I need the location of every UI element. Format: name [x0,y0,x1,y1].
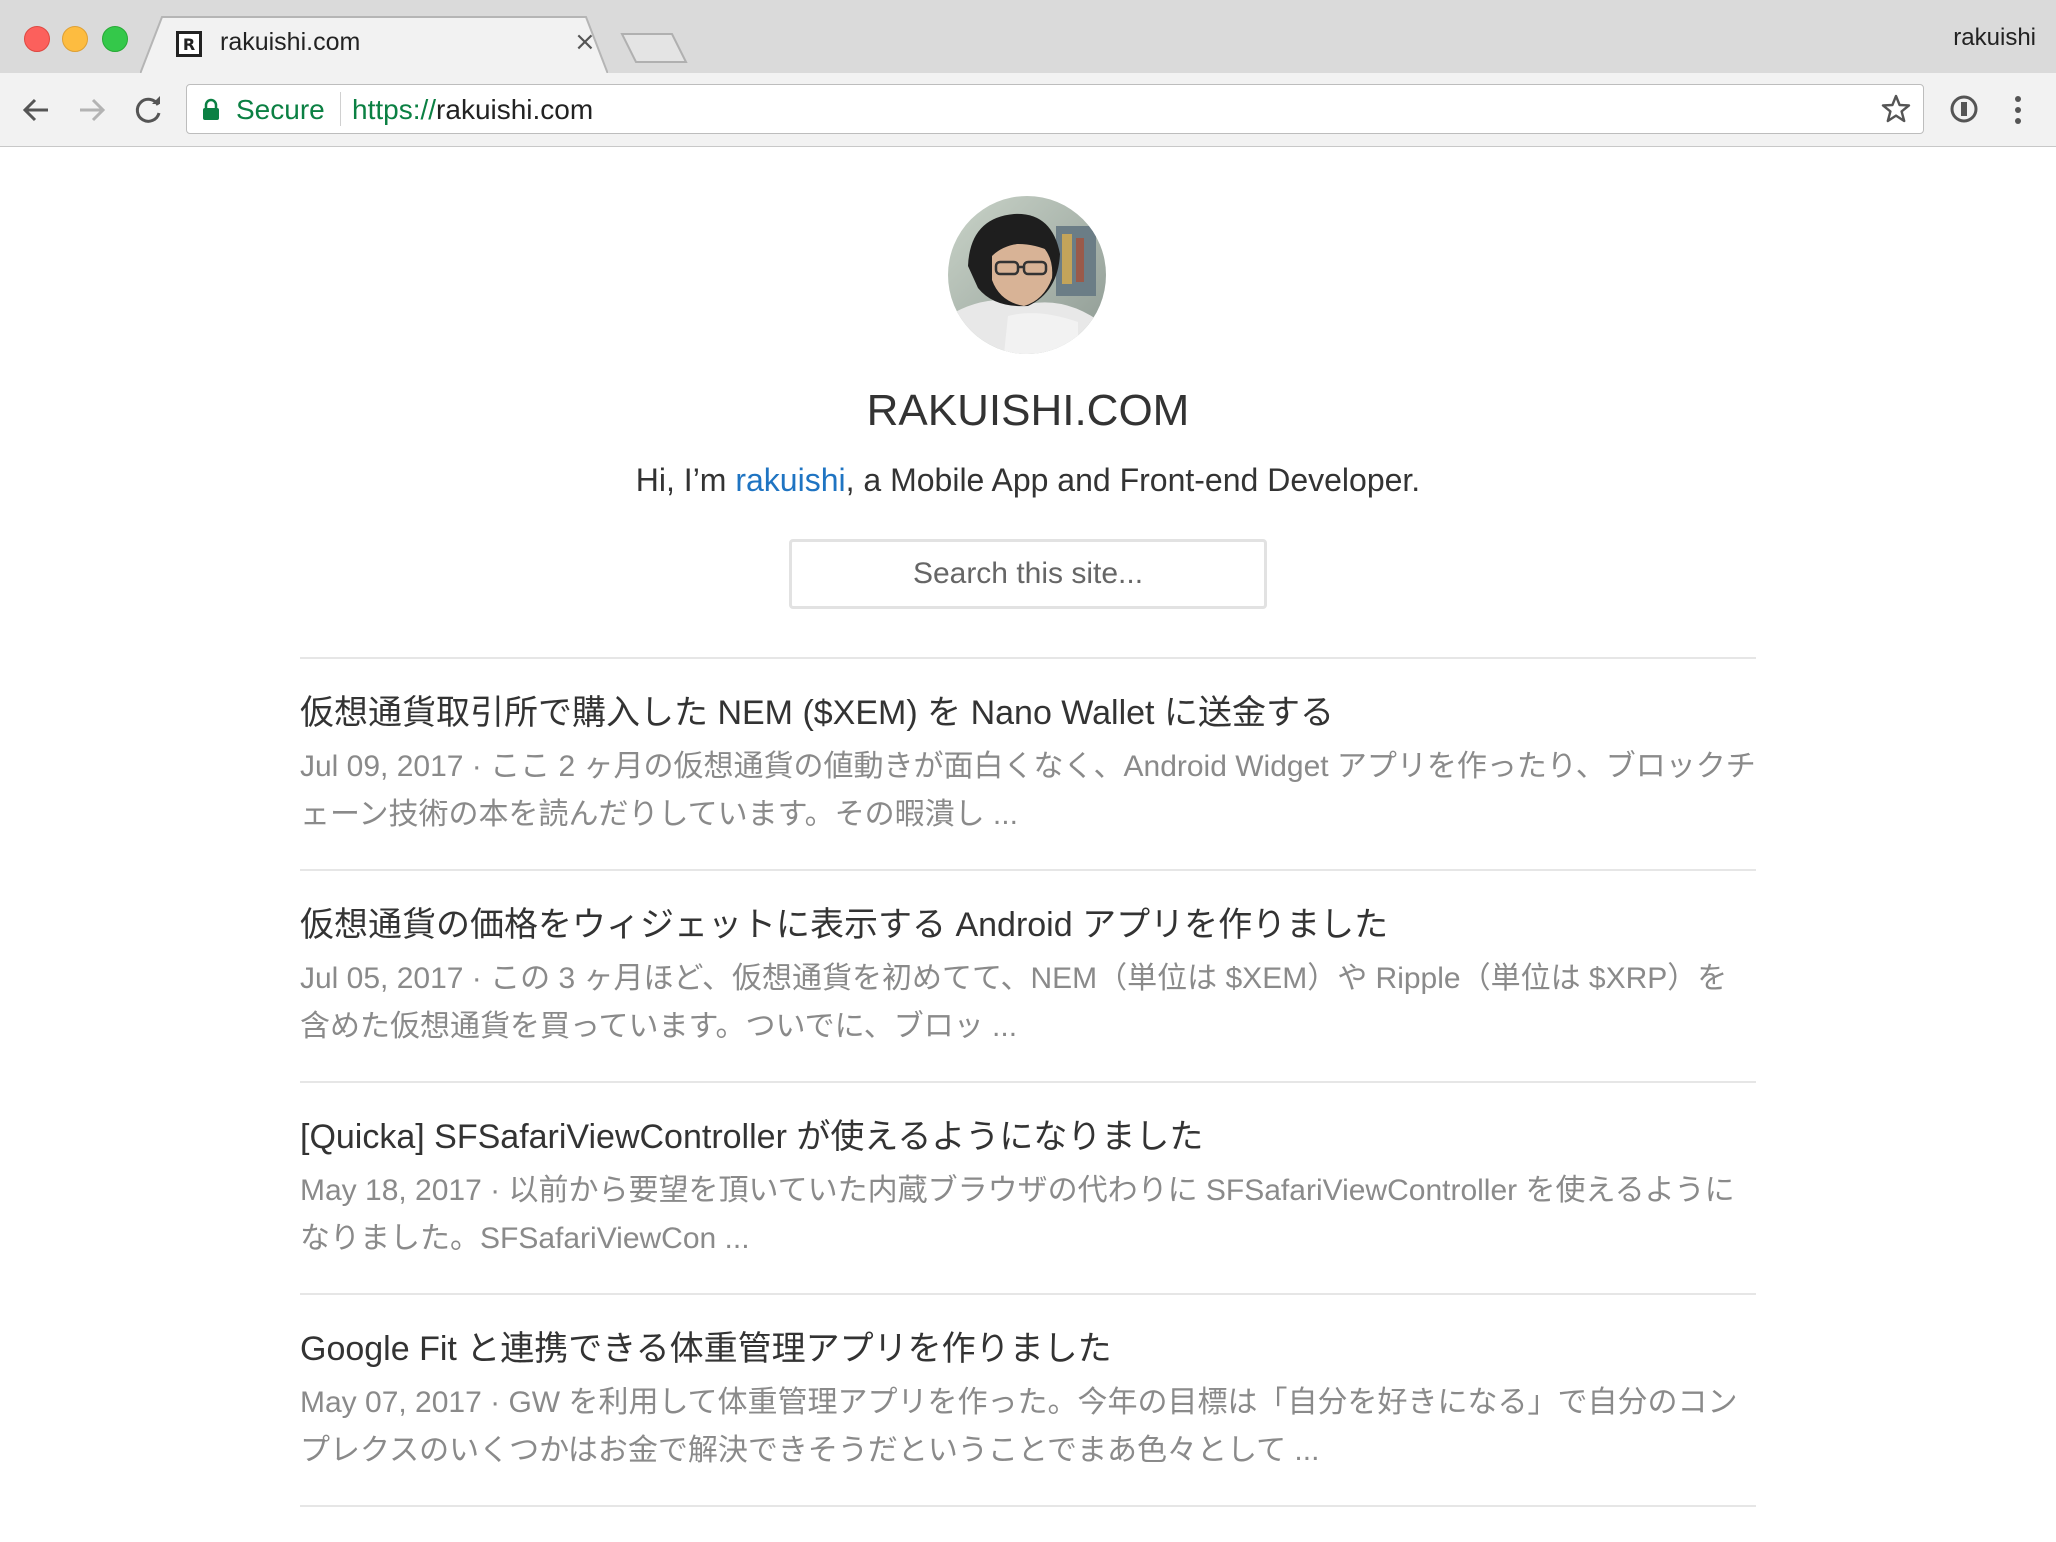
post-item: Google Fit と連携できる体重管理アプリを作りました May 07, 2… [300,1293,1756,1505]
secure-label: Secure [236,94,325,125]
omnibox-divider [340,92,341,126]
avatar [948,196,1106,354]
maximize-window-button[interactable] [102,26,128,52]
extension-icon[interactable] [1948,93,1980,125]
post-list-divider [300,1505,1756,1507]
site-title[interactable]: RAKUISHI.COM [0,386,2056,436]
post-list: 仮想通貨取引所で購入した NEM ($XEM) を Nano Wallet に送… [300,657,1756,1507]
tagline: Hi, I’m rakuishi, a Mobile App and Front… [0,462,2056,499]
favicon-letter: R [182,34,196,54]
url-scheme: https:// [352,94,437,125]
post-separator: · [481,1174,509,1207]
post-item: 仮想通貨の価格をウィジェットに表示する Android アプリを作りました Ju… [300,869,1756,1081]
avatar-photo [948,196,1106,354]
post-date: Jul 05, 2017 [300,962,464,995]
post-title[interactable]: Google Fit と連携できる体重管理アプリを作りました [300,1327,1756,1371]
post-date: May 18, 2017 [300,1174,482,1207]
url-host: rakuishi.com [436,94,594,125]
forward-icon[interactable] [74,92,110,128]
url-text[interactable]: https://rakuishi.com [352,94,593,126]
close-window-button[interactable] [24,26,50,52]
post-separator: · [463,750,491,783]
post-separator: · [481,1386,509,1419]
minimize-window-button[interactable] [62,26,88,52]
back-icon[interactable] [18,92,54,128]
post-excerpt: May 07, 2017 · GW を利用して体重管理アプリを作った。今年の目標… [300,1379,1756,1475]
post-item: [Quicka] SFSafariViewController が使えるようにな… [300,1081,1756,1293]
tab-title: rakuishi.com [220,28,361,56]
post-date: May 07, 2017 [300,1386,482,1419]
menu-icon[interactable] [2006,92,2030,128]
post-item: 仮想通貨取引所で購入した NEM ($XEM) を Nano Wallet に送… [300,657,1756,869]
post-summary: GW を利用して体重管理アプリを作った。今年の目標は「自分を好きになる」で自分の… [300,1386,1738,1467]
tagline-suffix: , a Mobile App and Front-end Developer. [845,462,1421,498]
post-title[interactable]: 仮想通貨の価格をウィジェットに表示する Android アプリを作りました [300,903,1756,947]
search-input[interactable] [789,539,1267,609]
tab-active[interactable] [140,16,608,74]
post-title[interactable]: [Quicka] SFSafariViewController が使えるようにな… [300,1115,1756,1159]
author-link[interactable]: rakuishi [735,462,845,498]
post-separator: · [463,962,491,995]
tab-close-icon[interactable]: × [574,26,596,58]
post-summary: この 3 ヶ月ほど、仮想通貨を初めてて、NEM（単位は $XEM）や Rippl… [300,962,1728,1043]
post-date: Jul 09, 2017 [300,750,464,783]
new-tab-button[interactable] [620,32,688,64]
lock-icon [203,98,219,120]
site-favicon-icon: R [176,31,202,57]
tagline-prefix: Hi, I’m [635,462,736,498]
profile-name[interactable]: rakuishi [1953,24,2036,52]
star-icon[interactable] [1880,93,1912,125]
post-excerpt: Jul 09, 2017 · ここ 2 ヶ月の仮想通貨の値動きが面白くなく、An… [300,743,1756,839]
reload-icon[interactable] [130,92,166,128]
post-summary: 以前から要望を頂いていた内蔵ブラウザの代わりに SFSafariViewCont… [300,1174,1735,1255]
post-summary: ここ 2 ヶ月の仮想通貨の値動きが面白くなく、Android Widget アプ… [300,750,1756,831]
post-excerpt: May 18, 2017 · 以前から要望を頂いていた内蔵ブラウザの代わりに S… [300,1167,1756,1263]
post-title[interactable]: 仮想通貨取引所で購入した NEM ($XEM) を Nano Wallet に送… [300,691,1756,735]
post-excerpt: Jul 05, 2017 · この 3 ヶ月ほど、仮想通貨を初めてて、NEM（単… [300,955,1756,1051]
